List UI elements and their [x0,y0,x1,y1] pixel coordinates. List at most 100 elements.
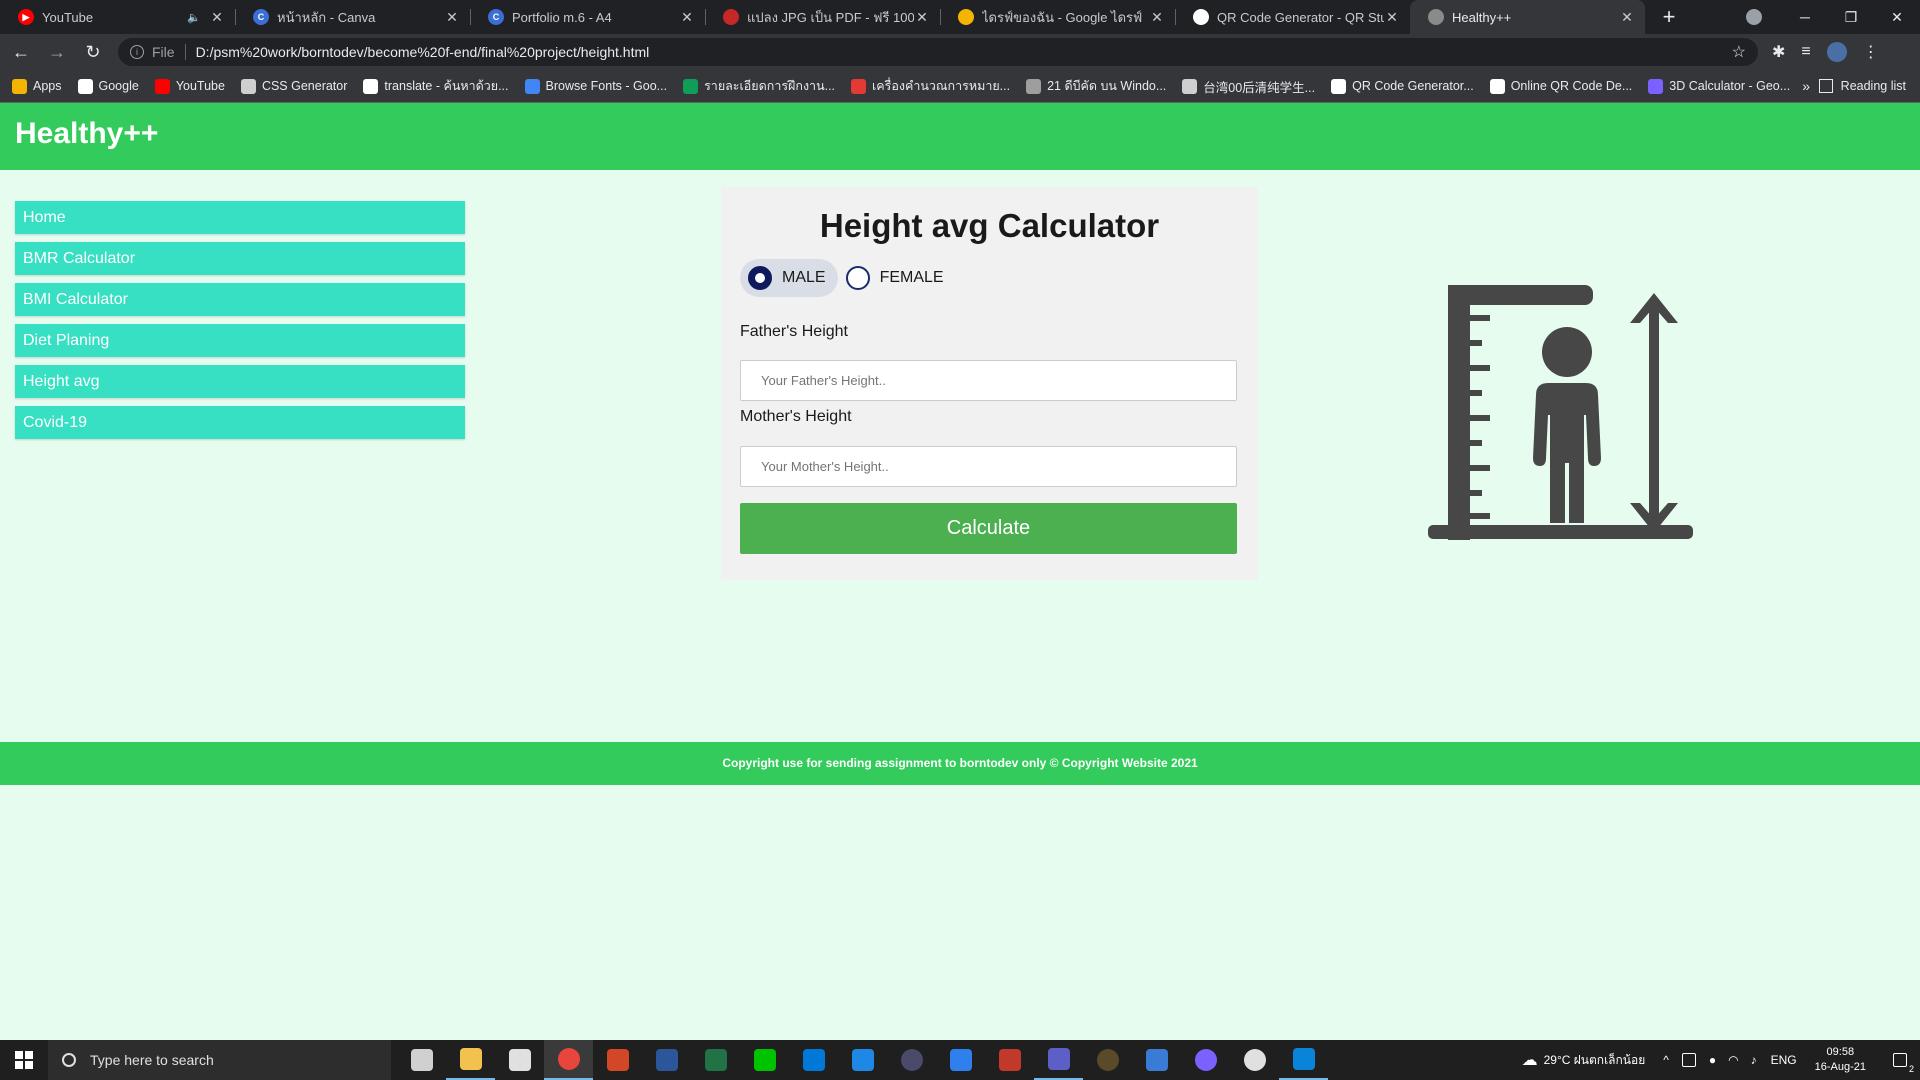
tray-overflow-icon[interactable]: ^ [1663,1053,1669,1067]
bookmark-star-icon[interactable]: ☆ [1732,42,1746,62]
tab-close-icon[interactable]: ✕ [209,9,225,26]
bookmark-item[interactable]: เครื่องคำนวณการหมาย... [851,76,1010,96]
bookmark-item[interactable]: translate - ค้นหาด้วย... [363,76,509,96]
browser-tab[interactable]: แปลง JPG เป็น PDF - ฟรี 100% - PD✕ [705,0,940,34]
menu-icon[interactable]: ⋮ [1863,42,1879,62]
mother-height-input[interactable]: Your Mother's Height.. [740,446,1237,487]
tab-close-icon[interactable]: ✕ [444,9,460,26]
bookmark-item[interactable]: CSS Generator [240,78,348,94]
browser-tab[interactable]: C Portfolio m.6 - A4 ✕ [470,0,705,34]
wifi-icon[interactable]: ◠ [1728,1053,1738,1067]
bookmark-item[interactable]: Google [77,78,139,94]
bookmark-item[interactable]: 台湾00后清纯学生... [1182,77,1315,96]
bookmark-item[interactable]: Browse Fonts - Goo... [524,78,667,94]
forward-button[interactable]: → [42,42,72,63]
bookmark-favicon-icon [12,78,27,94]
browser-tab[interactable]: Healthy++ ✕ [1410,0,1645,34]
minimize-button[interactable]: ─ [1782,9,1828,25]
bookmark-item[interactable]: 3D Calculator - Geo... [1648,78,1790,94]
close-window-button[interactable]: ✕ [1874,9,1920,26]
volume-icon[interactable]: ♪ [1751,1053,1757,1067]
browser-tab[interactable]: C หน้าหลัก - Canva ✕ [235,0,470,34]
bookmarks-overflow-icon[interactable]: » [1802,78,1810,94]
taskbar-app-task-view[interactable] [397,1040,446,1080]
taskbar-app-store[interactable] [495,1040,544,1080]
site-brand[interactable]: Healthy++ [15,117,158,151]
gender-option-female[interactable]: FEMALE [838,259,956,297]
new-tab-button[interactable]: + [1655,4,1683,30]
tab-search-icon[interactable] [1746,9,1762,25]
taskbar-app-file-explorer[interactable] [446,1040,495,1080]
browser-tab[interactable]: QR Code Generator - QR Stuff Fr✕ [1175,0,1410,34]
tab-title: Healthy++ [1452,9,1512,25]
nav-item-diet-planing[interactable]: Diet Planing [15,324,465,357]
reading-list-label: Reading list [1840,79,1906,93]
reading-list-button[interactable]: Reading list [1818,79,1906,93]
restore-button[interactable]: ❐ [1828,9,1874,26]
bookmark-item[interactable]: QR Code Generator... [1331,78,1474,94]
profile-avatar[interactable] [1826,42,1847,62]
tab-title: แปลง JPG เป็น PDF - ฟรี 100% - PD [747,9,914,25]
taskbar-app-photos[interactable] [1132,1040,1181,1080]
calculate-button[interactable]: Calculate [740,503,1237,554]
start-button[interactable] [0,1051,48,1069]
reload-button[interactable]: ↻ [78,42,108,63]
language-indicator[interactable]: ENG [1771,1053,1797,1067]
father-height-input[interactable]: Your Father's Height.. [740,360,1237,401]
taskbar-app-teams[interactable] [1034,1040,1083,1080]
tab-close-icon[interactable]: ✕ [1384,9,1400,26]
taskbar-app-app-w[interactable] [936,1040,985,1080]
notification-center-button[interactable]: 2 [1880,1040,1920,1080]
taskbar-app-chrome[interactable] [544,1040,593,1080]
taskbar-clock[interactable]: 09:58 16-Aug-21 [1815,1045,1866,1075]
browser-tab[interactable]: ▶ YouTube 🔈 ✕ [0,0,235,34]
bookmark-item[interactable]: 21 ดีบีคัด บน Windo... [1026,76,1166,96]
weather-text[interactable]: 29°C ฝนตกเล็กน้อย [1544,1051,1646,1070]
tab-close-icon[interactable]: ✕ [1619,9,1635,26]
taskbar-app-app-3[interactable] [838,1040,887,1080]
address-bar[interactable]: i File D:/psm%20work/borntodev/become%20… [118,38,1758,66]
info-icon[interactable]: i [130,45,144,59]
female-radio[interactable] [845,266,870,290]
bookmark-item[interactable]: Apps [12,78,62,94]
tab-close-icon[interactable]: ✕ [679,9,695,26]
browser-tab[interactable]: ไดรฟ์ของฉัน - Google ไดรฟ์ ✕ [940,0,1175,34]
taskbar-app-settings[interactable] [1230,1040,1279,1080]
chrome-icon [557,1048,580,1070]
taskbar-app-word[interactable] [642,1040,691,1080]
bookmark-item[interactable]: Online QR Code De... [1489,78,1632,94]
tab-close-icon[interactable]: ✕ [1149,9,1165,26]
taskbar-app-app-dark[interactable] [1083,1040,1132,1080]
back-button[interactable]: ← [6,42,36,63]
bookmark-item[interactable]: รายละเอียดการฝึกงาน... [683,76,835,96]
bookmark-item[interactable]: YouTube [154,78,225,94]
taskbar-app-app-cloud[interactable] [985,1040,1034,1080]
taskbar-app-app-chat[interactable] [1181,1040,1230,1080]
tab-close-icon[interactable]: ✕ [914,9,930,26]
male-radio[interactable] [748,266,772,290]
nav-item-bmi-calculator[interactable]: BMI Calculator [15,283,465,316]
taskbar-app-app-blue[interactable] [789,1040,838,1080]
height-calculator-card: Height avg Calculator MALE FEMALE Father… [721,187,1258,580]
taskbar-app-app-crest[interactable] [887,1040,936,1080]
gender-option-male[interactable]: MALE [740,259,838,297]
extensions-icon[interactable]: ✱ [1772,42,1785,62]
taskbar-app-excel[interactable] [691,1040,740,1080]
nav-item-bmr-calculator[interactable]: BMR Calculator [15,242,465,275]
url-text[interactable]: D:/psm%20work/borntodev/become%20f-end/f… [196,44,1732,60]
tab-muted-icon[interactable]: 🔈 [187,11,201,24]
nav-item-home[interactable]: Home [15,201,465,234]
bookmark-label: CSS Generator [261,79,348,93]
browser-toolbar: ← → ↻ i File D:/psm%20work/borntodev/bec… [0,34,1920,70]
tab-title: QR Code Generator - QR Stuff Fr [1217,9,1384,25]
taskbar-app-line[interactable] [740,1040,789,1080]
microphone-icon[interactable]: ● [1709,1053,1716,1067]
nav-item-covid-19[interactable]: Covid-19 [15,406,465,439]
taskbar-app-powerpoint[interactable] [593,1040,642,1080]
taskbar-app-vscode[interactable] [1279,1040,1328,1080]
nav-item-height-avg[interactable]: Height avg [15,365,465,398]
network-icon[interactable] [1681,1053,1696,1067]
taskbar-search-box[interactable]: Type here to search [48,1040,391,1080]
media-control-icon[interactable]: ≡ [1801,43,1810,61]
app-3-icon [851,1049,874,1071]
